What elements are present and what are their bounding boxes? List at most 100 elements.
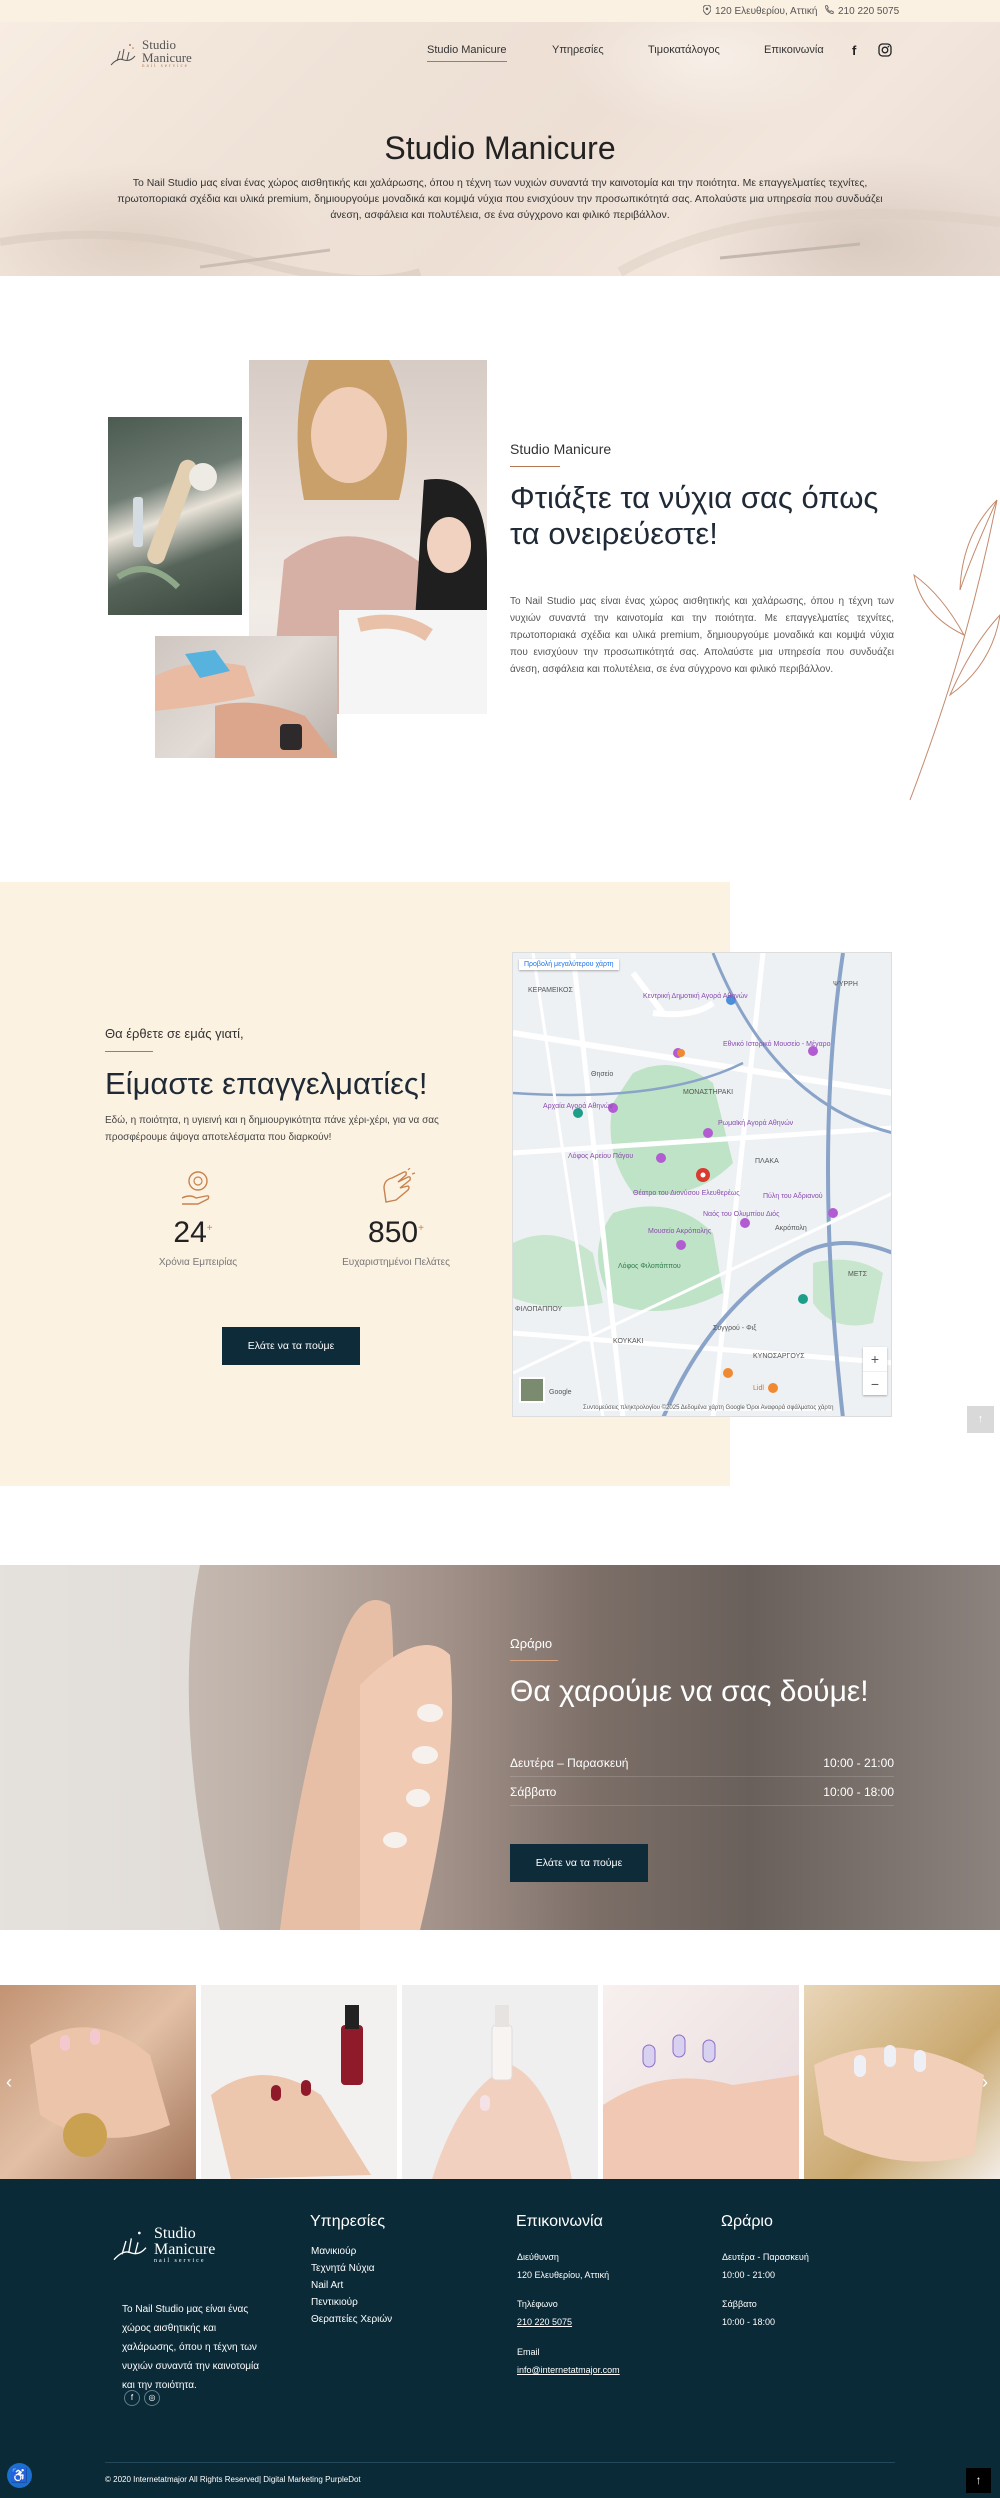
copyright-text: © 2020 Internetatmajor All Rights Reserv…	[105, 2475, 361, 2484]
address-info[interactable]: 120 Ελευθερίου, Αττική	[702, 4, 818, 18]
map-label: Ναός του Ολυμπίου Διός	[703, 1211, 780, 1218]
clapping-hands-icon	[383, 1168, 416, 1203]
map-label: Πύλη του Αδριανού	[763, 1193, 823, 1200]
footer-weekday-time: 10:00 - 21:00	[722, 2270, 776, 2280]
pros-description: Εδώ, η ποιότητα, η υγιεινή και η δημιουρ…	[105, 1115, 439, 1143]
footer-logo[interactable]: Studio Manicure nail service	[110, 2225, 215, 2265]
phone-text: 210 220 5075	[838, 5, 900, 17]
hero-title: Studio Manicure	[384, 130, 616, 166]
nav-services[interactable]: Υπηρεσίες	[552, 44, 604, 56]
map-label: Θησείο	[591, 1071, 614, 1078]
gallery-next-arrow-icon[interactable]: ›	[982, 2072, 988, 2093]
gallery-image-4[interactable]	[603, 1985, 799, 2179]
footer-email-link[interactable]: info@internetatmajor.com	[517, 2365, 620, 2375]
pros-divider	[105, 1051, 153, 1052]
nav-pricelist[interactable]: Τιμοκατάλογος	[648, 44, 720, 56]
logo-tagline: nail service	[154, 2258, 206, 2264]
stat-clients: 850+	[316, 1216, 476, 1250]
phone-icon	[825, 4, 835, 17]
gallery-image-3[interactable]	[402, 1985, 598, 2179]
hours-subtitle: Ωράριο	[510, 1636, 553, 1651]
footer-services-title: Υπηρεσίες	[310, 2213, 386, 2230]
footer-phone-link[interactable]: 210 220 5075	[517, 2317, 572, 2327]
map-tiles	[513, 953, 891, 1416]
hours-time: 10:00 - 18:00	[823, 1785, 894, 1799]
stat-years-number: 24	[173, 1216, 207, 1249]
footer-saturday-time: 10:00 - 18:00	[722, 2317, 776, 2327]
gallery-prev-arrow-icon[interactable]: ‹	[6, 2072, 12, 2093]
map-label: Ρωμαϊκή Αγορά Αθηνών	[718, 1120, 794, 1127]
map-label: Λόφος Αρείου Πάγου	[568, 1153, 634, 1160]
logo-hand-icon	[113, 2231, 147, 2261]
logo-tagline: nail service	[142, 64, 189, 69]
location-pin-icon	[702, 4, 712, 18]
logo-line-1: Studio	[154, 2225, 196, 2242]
stat-years-suffix: +	[206, 1223, 213, 1234]
footer-service-link[interactable]: Nail Art	[311, 2277, 343, 2294]
view-larger-map-link[interactable]: Προβολή μεγαλύτερου χάρτη	[519, 959, 619, 970]
footer-hours-title: Ωράριο	[721, 2213, 773, 2230]
instagram-icon[interactable]: ◎	[144, 2390, 160, 2406]
hands-background-photo	[0, 1565, 452, 1930]
stat-years: 24+	[113, 1216, 273, 1250]
stat-clients-label: Ευχαριστημένοι Πελάτες	[342, 1257, 450, 1268]
footer-address-label: Διεύθυνση	[517, 2252, 559, 2262]
logo-hand-icon	[110, 43, 136, 65]
map-attribution[interactable]: Συντομεύσεις πληκτρολογίου ©2025 Δεδομέν…	[583, 1405, 834, 1411]
stat-years-label: Χρόνια Εμπειρίας	[158, 1257, 238, 1268]
accessibility-icon[interactable]: ♿	[7, 2463, 32, 2488]
footer-service-link[interactable]: Θεραπείες Χεριών	[311, 2311, 392, 2328]
map-label: Θέατρο του Διονύσου Ελευθερέως	[633, 1190, 740, 1197]
contact-us-button[interactable]: Ελάτε να τα πούμε	[222, 1327, 360, 1365]
map-label: Εθνικό Ιστορικό Μουσείο - Μέγαρο	[723, 1041, 831, 1048]
hours-section	[0, 1565, 1000, 1930]
google-map[interactable]: Προβολή μεγαλύτερου χάρτη ΚΕΡΑΜΕΙΚΟΣ ΨΥΡ…	[512, 952, 892, 1417]
hours-divider	[510, 1660, 558, 1661]
nail-tools-photo	[108, 417, 242, 615]
phone-info[interactable]: 210 220 5075	[825, 4, 900, 17]
zoom-in-button[interactable]: +	[863, 1347, 887, 1371]
footer-service-link[interactable]: Πεντικιούρ	[311, 2294, 358, 2311]
facebook-icon[interactable]: f	[124, 2390, 140, 2406]
map-label: Κεντρική Δημοτική Αγορά Αθηνών	[643, 993, 748, 1000]
award-icon	[181, 1171, 210, 1205]
google-logo: Google	[549, 1389, 572, 1396]
footer-service-link[interactable]: Μανικιούρ	[311, 2243, 356, 2260]
back-to-top-arrow-icon[interactable]: ↑	[966, 2468, 991, 2493]
logo-line-2: Manicure	[142, 50, 192, 65]
footer-phone-label: Τηλέφωνο	[517, 2299, 558, 2309]
map-label: Συγγρού - Φιξ	[713, 1325, 757, 1332]
logo[interactable]: Studio Manicure nail service	[108, 38, 192, 69]
stat-clients-number: 850	[368, 1216, 419, 1249]
logo-line-2: Manicure	[154, 2241, 216, 2258]
map-label: ΚΥΝΟΣΑΡΓΟΥΣ	[753, 1353, 805, 1360]
hours-row-saturday: Σάββατο 10:00 - 18:00	[510, 1785, 894, 1806]
nav-studio-manicure[interactable]: Studio Manicure	[427, 44, 507, 62]
zoom-out-button[interactable]: −	[863, 1371, 887, 1395]
map-label: ΠΛΑΚΑ	[755, 1158, 779, 1165]
map-label: Λόφος Φιλοπάππου	[618, 1263, 681, 1270]
contact-us-button-2[interactable]: Ελάτε να τα πούμε	[510, 1844, 648, 1882]
footer-contact-title: Επικοινωνία	[516, 2213, 603, 2230]
hours-day: Σάββατο	[510, 1785, 557, 1799]
footer-service-link[interactable]: Τεχνητά Νύχια	[311, 2260, 375, 2277]
map-label: Αρχαία Αγορά Αθηνών	[543, 1103, 613, 1110]
gallery-image-2[interactable]	[201, 1985, 397, 2179]
hours-title: Θα χαρούμε να σας δούμε!	[510, 1675, 869, 1708]
address-text: 120 Ελευθερίου, Αττική	[715, 6, 818, 17]
about-subtitle: Studio Manicure	[510, 441, 612, 457]
hours-time: 10:00 - 21:00	[823, 1756, 894, 1770]
map-label: ΚΕΡΑΜΕΙΚΟΣ	[528, 987, 573, 994]
footer-about: Το Nail Studio μας είναι ένας χώρος αισθ…	[122, 2304, 260, 2391]
gallery-image-1[interactable]	[0, 1985, 196, 2179]
footer-address: 120 Ελευθερίου, Αττική	[517, 2270, 610, 2280]
gallery-image-5[interactable]	[804, 1985, 1000, 2179]
nav-contact[interactable]: Επικοινωνία	[764, 44, 824, 56]
satellite-toggle[interactable]	[519, 1377, 545, 1403]
footer-weekday-label: Δευτέρα - Παρασκευή	[722, 2252, 809, 2262]
instagram-icon[interactable]	[878, 43, 892, 62]
scroll-up-arrow-icon[interactable]: ↑	[967, 1406, 994, 1433]
nail-polish-photo	[155, 636, 337, 758]
facebook-icon[interactable]: f	[852, 43, 856, 58]
map-label: ΦΙΛΟΠΑΠΠΟΥ	[515, 1306, 563, 1313]
